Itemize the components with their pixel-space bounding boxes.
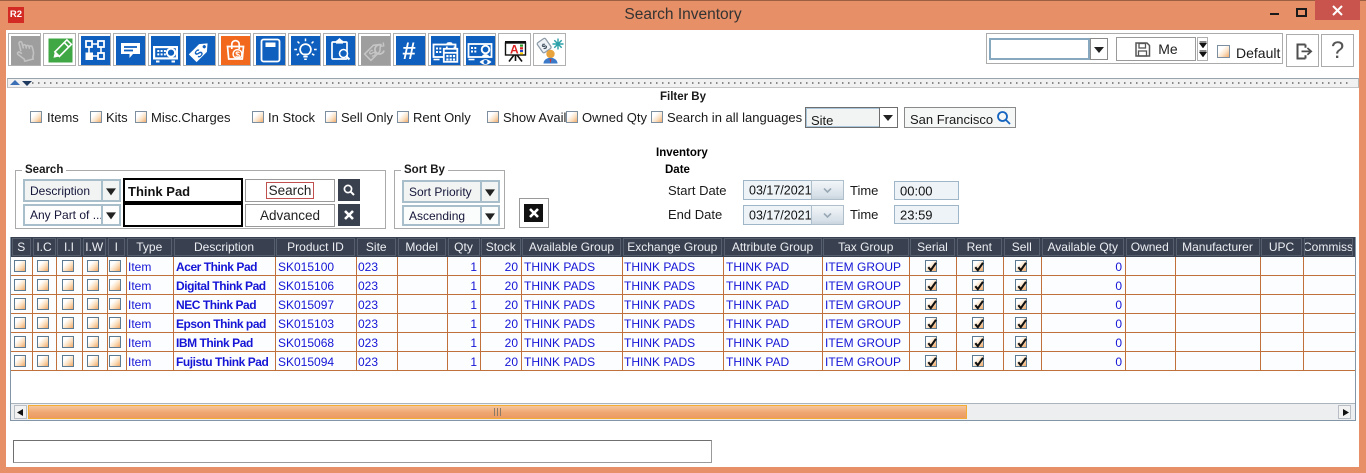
svg-text:$: $ bbox=[235, 49, 240, 59]
svg-text:A: A bbox=[510, 43, 519, 57]
svg-text:#: # bbox=[402, 38, 416, 65]
